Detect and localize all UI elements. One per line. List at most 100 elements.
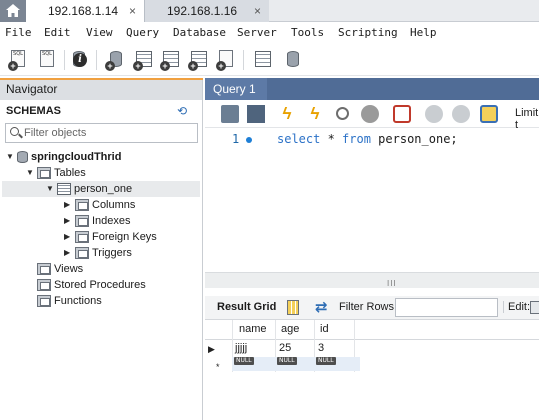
query-tab-bar: Query 1	[205, 78, 539, 100]
navigator-header-accent	[0, 78, 203, 80]
create-view-button[interactable]: +	[160, 49, 182, 71]
tree-table-person-one[interactable]: ▼ person_one	[2, 181, 200, 197]
create-schema-button[interactable]: +	[105, 49, 127, 71]
toggle-continue-on-error-icon[interactable]	[393, 105, 411, 123]
edit-row-icon[interactable]	[530, 301, 539, 314]
cell-name[interactable]: jjjjj	[235, 342, 247, 354]
plus-icon: +	[188, 61, 198, 71]
close-icon[interactable]: ×	[254, 0, 261, 22]
column-header-id[interactable]: id	[320, 323, 329, 335]
tables-label: Tables	[54, 167, 86, 179]
tree-triggers[interactable]: ▶ Triggers	[64, 245, 132, 261]
create-procedure-button[interactable]: +	[188, 49, 210, 71]
auto-commit-icon[interactable]	[480, 105, 498, 123]
new-sql-tab-button[interactable]: SQL +	[8, 49, 30, 71]
open-sql-script-button[interactable]: SQL	[37, 49, 59, 71]
menu-help[interactable]: Help	[410, 26, 437, 39]
cell-age[interactable]: 25	[279, 342, 291, 354]
tree-columns[interactable]: ▶ Columns	[64, 197, 135, 213]
toolbar-separator	[64, 50, 65, 70]
tree-functions[interactable]: Functions	[35, 293, 102, 309]
expand-arrow-icon[interactable]: ▶	[64, 229, 73, 245]
menu-scripting[interactable]: Scripting	[338, 26, 398, 39]
menu-edit[interactable]: Edit	[44, 26, 71, 39]
new-row-marker-icon: *	[216, 362, 220, 372]
null-badge[interactable]: NULL	[234, 357, 254, 365]
menu-database[interactable]: Database	[173, 26, 226, 39]
tree-stored-procedures[interactable]: Stored Procedures	[35, 277, 146, 293]
tree-views[interactable]: Views	[35, 261, 83, 277]
sql-keyword: from	[342, 132, 371, 146]
inspect-button[interactable]: i	[68, 49, 90, 71]
expand-arrow-icon[interactable]: ▼	[6, 149, 15, 165]
info-icon: i	[73, 53, 87, 67]
tables-folder-icon	[37, 167, 51, 179]
explain-icon[interactable]	[336, 107, 349, 120]
triggers-icon	[75, 247, 89, 259]
tree-tables[interactable]: ▼ Tables	[26, 165, 86, 181]
null-badge[interactable]: NULL	[277, 357, 297, 365]
schemas-label: SCHEMAS	[6, 105, 62, 117]
connection-tab-2[interactable]: 192.168.1.16 ×	[144, 0, 269, 22]
menu-server[interactable]: Server	[237, 26, 277, 39]
cell-id[interactable]: 3	[318, 342, 324, 354]
result-grid-toolbar: Result Grid ⇄ Filter Rows: Edit:	[205, 296, 539, 320]
expand-arrow-icon[interactable]: ▼	[26, 165, 35, 181]
menu-tools[interactable]: Tools	[291, 26, 324, 39]
filter-objects-field[interactable]	[5, 123, 198, 143]
expand-arrow-icon[interactable]: ▶	[64, 245, 73, 261]
plus-icon: +	[160, 61, 170, 71]
connection-tab-1[interactable]: 192.168.1.14 ×	[26, 0, 144, 22]
create-table-button[interactable]: +	[133, 49, 155, 71]
refresh-icon[interactable]: ⟲	[177, 104, 187, 118]
menu-query[interactable]: Query	[126, 26, 159, 39]
stored-procedures-label: Stored Procedures	[54, 279, 146, 291]
execute-icon[interactable]: ϟ	[278, 105, 296, 123]
create-function-button[interactable]: +	[216, 49, 238, 71]
schemas-header: SCHEMAS ⟲	[0, 102, 202, 122]
sql-statement[interactable]: select * from person_one;	[277, 132, 458, 146]
filter-rows-input[interactable]	[395, 298, 498, 317]
tree-schema[interactable]: ▼ springcloudThrid	[6, 149, 121, 165]
column-header-age[interactable]: age	[281, 323, 299, 335]
expand-arrow-icon[interactable]: ▼	[46, 181, 55, 197]
filter-objects-input[interactable]	[24, 126, 194, 140]
plus-icon: +	[105, 61, 115, 71]
null-badge[interactable]: NULL	[316, 357, 336, 365]
open-file-icon[interactable]	[221, 105, 239, 123]
horizontal-scrollbar[interactable]: III	[205, 272, 539, 288]
search-icon	[10, 127, 19, 136]
save-icon[interactable]	[247, 105, 265, 123]
rollback-icon[interactable]	[452, 105, 470, 123]
scrollbar-grip[interactable]: III	[387, 279, 397, 288]
tab-query-1[interactable]: Query 1	[205, 78, 267, 100]
filter-rows-label: Filter Rows:	[339, 301, 398, 313]
tree-indexes[interactable]: ▶ Indexes	[64, 213, 131, 229]
expand-arrow-icon[interactable]: ▶	[64, 213, 73, 229]
menu-file[interactable]: File	[5, 26, 32, 39]
home-tab[interactable]	[0, 0, 26, 22]
execute-current-icon[interactable]: ϟ	[306, 105, 324, 123]
reconnect-button[interactable]	[282, 49, 304, 71]
menu-view[interactable]: View	[86, 26, 113, 39]
columns-label: Columns	[92, 199, 136, 211]
tree-foreign-keys[interactable]: ▶ Foreign Keys	[64, 229, 157, 245]
commit-icon[interactable]	[425, 105, 443, 123]
main-toolbar: SQL + SQL i + + + + +	[0, 44, 539, 76]
sql-editor[interactable]: 1 select * from person_one;	[205, 128, 539, 276]
home-icon	[6, 4, 20, 17]
search-table-data-button[interactable]	[252, 49, 274, 71]
result-grid-tab[interactable]: Result Grid	[217, 301, 276, 313]
connection-tab-bar: 192.168.1.14 × 192.168.1.16 ×	[0, 0, 539, 22]
indexes-icon	[75, 215, 89, 227]
expand-arrow-icon[interactable]: ▶	[64, 197, 73, 213]
refresh-icon[interactable]: ⇄	[315, 298, 328, 316]
column-header-name[interactable]: name	[239, 323, 267, 335]
close-icon[interactable]: ×	[129, 0, 136, 22]
stop-icon[interactable]	[361, 105, 379, 123]
grid-view-icon[interactable]	[287, 300, 299, 315]
table-name: person_one	[74, 183, 133, 195]
result-grid[interactable]: name age id ▶ jjjjj 25 3 * NULL NULL NUL…	[205, 320, 539, 420]
toolbar-separator	[243, 50, 244, 70]
statement-marker-icon	[246, 137, 252, 143]
